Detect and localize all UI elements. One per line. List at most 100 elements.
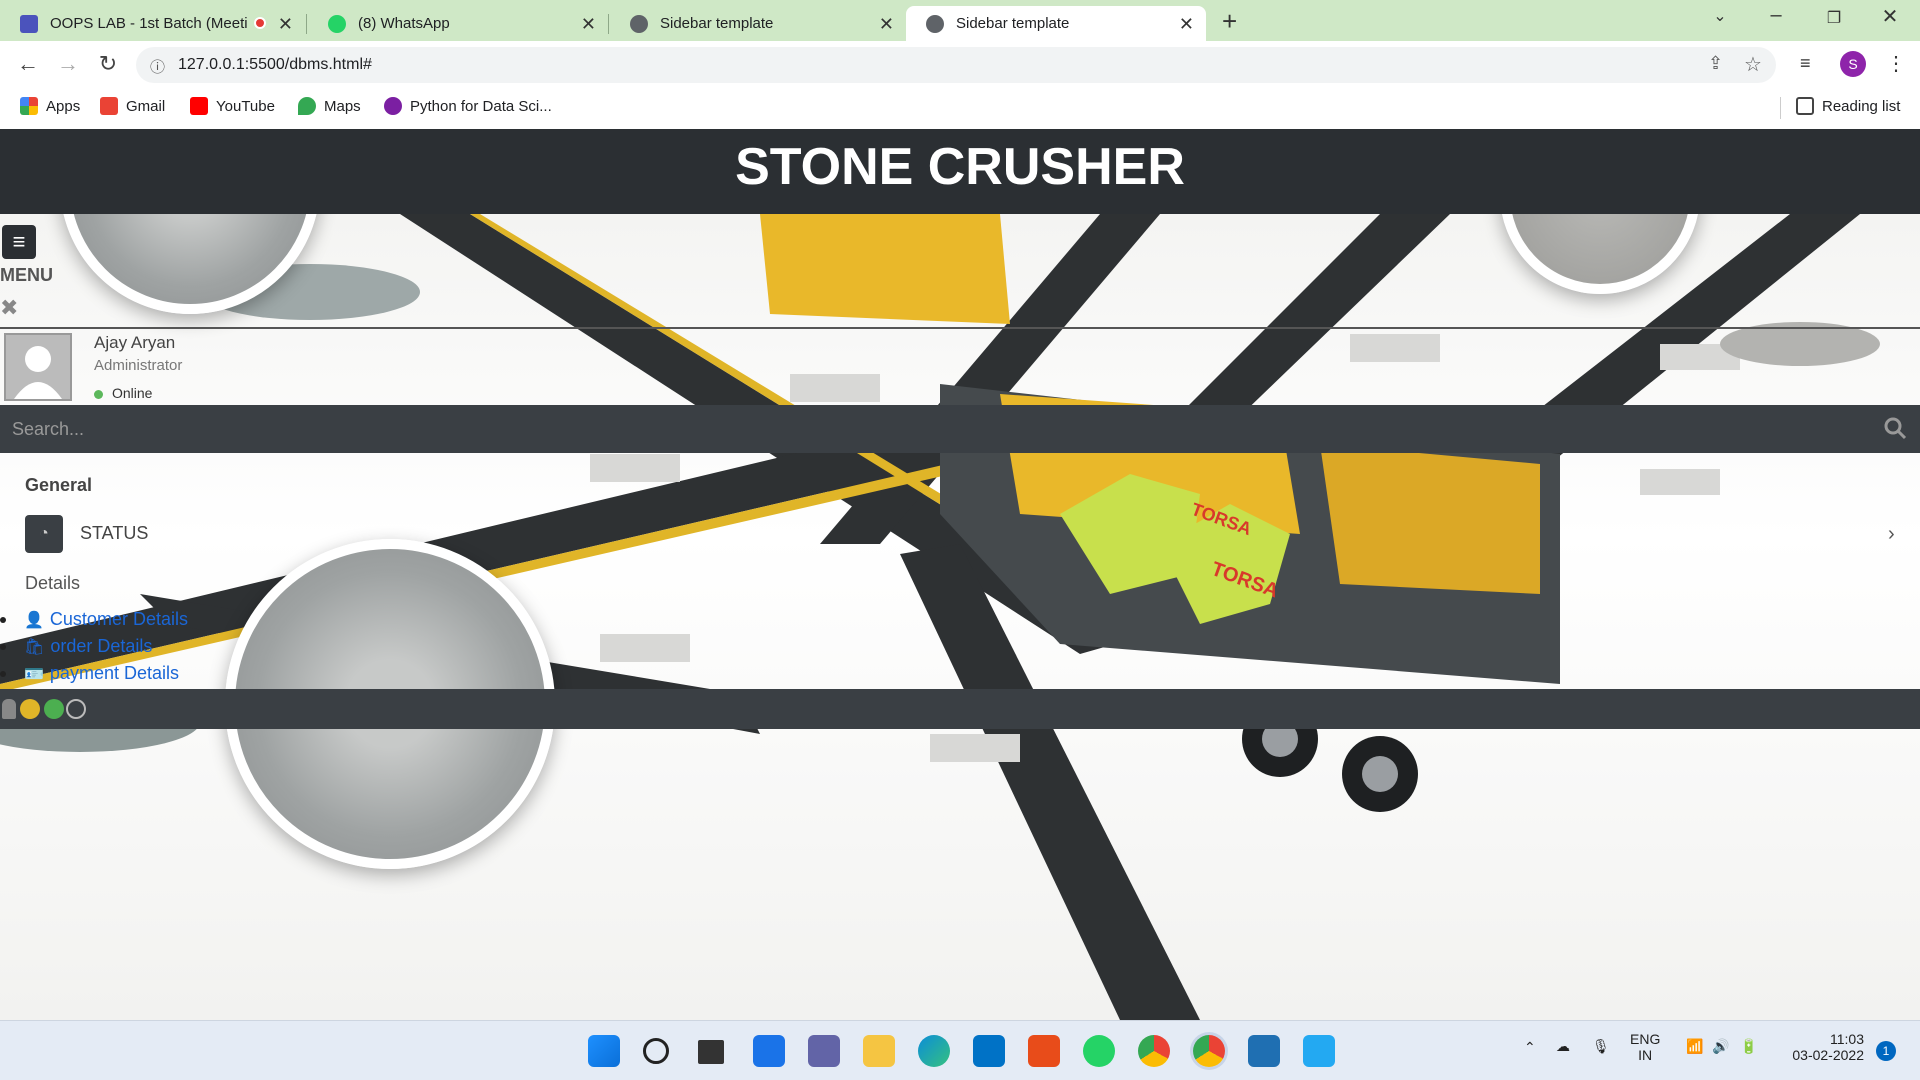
close-tab-icon[interactable]: ✕ [1179,14,1194,35]
id-card-icon: 🪪 [24,665,44,683]
link-label[interactable]: payment Details [50,663,179,684]
bookmarks-bar: Apps Gmail YouTube Maps Python for Data … [0,89,1920,129]
tab-whatsapp[interactable]: (8) WhatsApp ✕ [308,6,608,41]
close-window-button[interactable]: ✕ [1870,4,1910,29]
widgets-icon[interactable] [753,1035,785,1067]
url-text[interactable]: 127.0.0.1:5500/dbms.html# [178,56,372,74]
order-details-link[interactable]: 🛍 order Details [0,636,152,657]
tab-sidebar-template-1[interactable]: Sidebar template ✕ [610,6,906,41]
link-label[interactable]: order Details [50,636,152,657]
dashboard-icon[interactable]: ◔ [25,515,63,553]
battery-icon[interactable]: 🔋 [1740,1038,1757,1055]
bookmark-youtube[interactable]: YouTube [190,97,275,115]
search-icon[interactable] [1882,415,1908,441]
windows-taskbar: ⌃ ☁ 🎙 ENG IN 📶 🔊 🔋 11:03 03-02-2022 1 [0,1020,1920,1080]
bookmark-label: Maps [324,97,361,115]
start-icon[interactable] [588,1035,620,1067]
star-icon[interactable]: ☆ [1744,52,1762,77]
media-control-icon[interactable]: ≡ [1800,53,1811,74]
tab-title: OOPS LAB - 1st Batch (Meeti [50,15,248,32]
tab-teams-meeting[interactable]: OOPS LAB - 1st Batch (Meeti ✕ [0,6,305,41]
user-name: Ajay Aryan [94,333,176,352]
clock[interactable]: 11:03 03-02-2022 [1780,1031,1864,1063]
user-silhouette-icon [14,346,62,399]
shopping-bag-icon: 🛍 [24,638,45,656]
bookmark-apps[interactable]: Apps [20,97,80,115]
menu-icon[interactable]: ⋮ [1886,51,1906,76]
stone-crusher-background-image: TORSA TORSA [0,129,1920,1020]
bookmark-label: Gmail [126,97,166,115]
reading-list-button[interactable]: Reading list [1796,97,1900,115]
close-tab-icon[interactable]: ✕ [879,14,894,35]
volume-icon[interactable]: 🔊 [1712,1038,1729,1055]
bookmark-maps[interactable]: Maps [298,97,361,115]
globe-icon [926,14,944,33]
globe-icon [630,14,648,33]
language-label: ENG [1630,1031,1661,1047]
reading-list-label: Reading list [1822,97,1901,115]
microphone-icon[interactable]: 🎙 [1592,1038,1610,1055]
whatsapp-icon [328,14,346,33]
address-bar[interactable]: ⓘ 127.0.0.1:5500/dbms.html# ⇪ ☆ [136,47,1776,83]
language-indicator[interactable]: ENG IN [1630,1031,1660,1063]
hamburger-menu-button[interactable]: ≡ [2,225,36,259]
search-icon[interactable] [643,1038,669,1064]
teams-chat-icon[interactable] [808,1035,840,1067]
chevron-up-icon[interactable]: ⌃ [1524,1039,1536,1056]
list-bullet [0,670,6,677]
region-label: IN [1638,1047,1653,1063]
page-title: STONE CRUSHER [735,138,1185,196]
envelope-icon[interactable] [20,699,40,719]
close-tab-icon[interactable]: ✕ [581,14,596,35]
new-tab-button[interactable]: + [1222,6,1237,37]
wifi-icon[interactable]: 📶 [1686,1038,1703,1055]
udemy-icon [384,97,402,115]
office-icon[interactable] [1028,1035,1060,1067]
chevron-right-icon[interactable]: › [1888,523,1895,546]
mail-icon[interactable] [973,1035,1005,1067]
close-tab-icon[interactable]: ✕ [278,14,293,35]
link-label[interactable]: Customer Details [50,609,188,630]
sidebar-search [0,405,1920,453]
chrome-profile-icon[interactable] [1193,1035,1225,1067]
photos-icon[interactable] [1248,1035,1280,1067]
vscode-icon[interactable] [1303,1035,1335,1067]
gear-icon[interactable] [44,699,64,719]
user-icon: 👤 [24,611,44,629]
notification-badge[interactable]: 1 [1876,1041,1896,1061]
customer-details-link[interactable]: 👤 Customer Details [0,609,188,630]
edge-icon[interactable] [918,1035,950,1067]
file-explorer-icon[interactable] [863,1035,895,1067]
maps-pin-icon [298,97,316,115]
browser-toolbar: ← → ↻ ⓘ 127.0.0.1:5500/dbms.html# ⇪ ☆ ≡ … [0,41,1920,89]
tab-search-icon[interactable]: ⌄ [1700,6,1740,26]
tab-sidebar-template-2[interactable]: Sidebar template ✕ [906,6,1206,41]
onedrive-icon[interactable]: ☁ [1556,1038,1570,1055]
status-menu-item[interactable]: STATUS [80,523,148,544]
power-icon[interactable] [66,699,86,719]
time-label: 11:03 [1830,1031,1864,1047]
forward-button[interactable]: → [54,51,82,77]
menu-label: MENU [0,265,53,285]
back-button[interactable]: ← [14,51,42,77]
general-section-label: General [25,475,93,495]
payment-details-link[interactable]: 🪪 payment Details [0,663,179,684]
reload-button[interactable]: ↻ [94,51,122,77]
bookmark-gmail[interactable]: Gmail [100,97,165,115]
sidebar-divider [0,327,1920,329]
date-label: 03-02-2022 [1792,1047,1864,1063]
maximize-button[interactable]: ❐ [1814,8,1854,28]
minimize-button[interactable]: – [1756,4,1796,27]
list-bullet [0,643,6,650]
share-icon[interactable]: ⇪ [1708,53,1723,74]
info-icon[interactable]: ⓘ [150,56,165,77]
whatsapp-icon[interactable] [1083,1035,1115,1067]
close-sidebar-icon[interactable]: ✖ [0,295,18,321]
bell-icon[interactable] [2,699,16,719]
chrome-icon[interactable] [1138,1035,1170,1067]
search-input[interactable] [12,413,1872,445]
bookmark-python[interactable]: Python for Data Sci... [384,97,552,115]
online-status-dot-icon [94,390,103,399]
task-view-icon[interactable] [698,1040,724,1064]
profile-avatar[interactable]: S [1840,51,1866,77]
